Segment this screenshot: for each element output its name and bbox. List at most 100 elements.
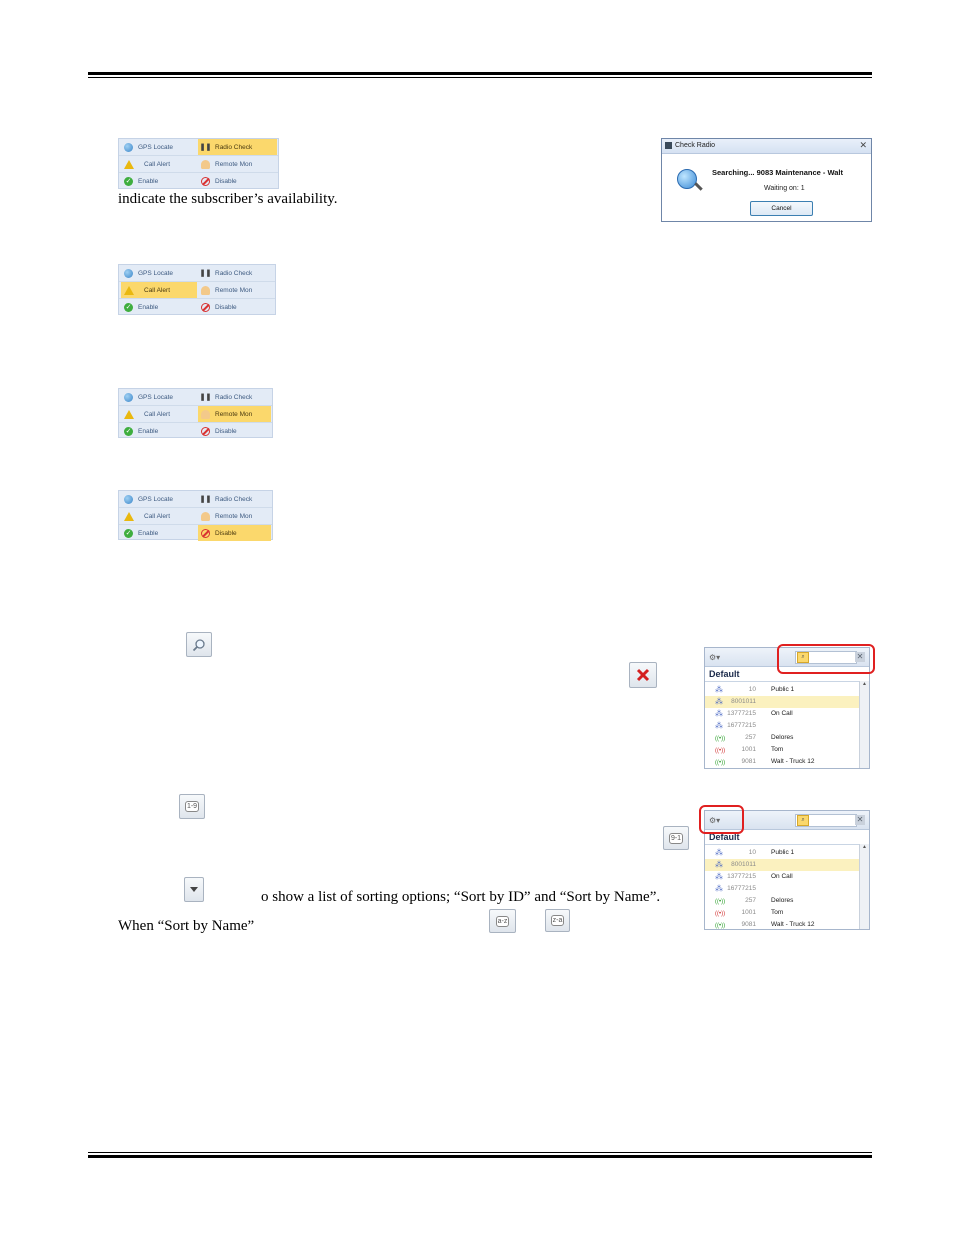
group-title: Default (709, 669, 740, 679)
menu-label: Radio Check (215, 269, 253, 277)
radio-icon: ((•)) (715, 748, 726, 754)
sort-descending-id-icon[interactable]: 9-1 (663, 826, 689, 850)
sort-ascending-id-icon[interactable]: 1-9 (179, 794, 205, 819)
menu-call-alert[interactable]: Call Alert (121, 156, 197, 172)
menu-enable[interactable]: ✓ Enable (121, 299, 197, 315)
list-item[interactable]: ⁂ 13777215 On Call (705, 708, 860, 720)
menu-remote-mon[interactable]: Remote Mon (198, 508, 271, 524)
item-id: 9081 (741, 921, 756, 928)
list-item[interactable]: ⁂ 16777215 (705, 883, 860, 895)
menu-call-alert[interactable]: Call Alert (121, 508, 197, 524)
menu-gps-locate[interactable]: GPS Locate (121, 265, 197, 281)
close-icon[interactable]: ✕ (859, 140, 867, 151)
menu-radio-check[interactable]: ❚❚ Radio Check (198, 139, 277, 155)
menu-radio-check[interactable]: ❚❚ Radio Check (198, 389, 271, 405)
list-item[interactable]: ((•)) 9081 Walt - Truck 12 (705, 919, 860, 929)
menu-disable[interactable]: Disable (198, 299, 274, 315)
magnifier-icon (677, 169, 697, 189)
menu-radio-check[interactable]: ❚❚ Radio Check (198, 265, 274, 281)
action-menu-remote-mon: GPS Locate ❚❚ Radio Check Call Alert Remo… (118, 388, 273, 438)
talkgroup-icon: ⁂ (715, 860, 723, 869)
clear-icon[interactable]: ✕ (855, 815, 865, 825)
search-input[interactable]: ⌕ (795, 814, 857, 827)
menu-disable[interactable]: Disable (198, 173, 277, 189)
menu-label: Call Alert (144, 512, 171, 520)
menu-label: GPS Locate (138, 495, 174, 503)
list-item[interactable]: ((•)) 1001 Tom (705, 744, 860, 756)
list-item[interactable]: ((•)) 257 Delores (705, 895, 860, 907)
prohibited-icon (201, 528, 210, 538)
search-icon[interactable] (186, 632, 212, 657)
menu-label: Call Alert (144, 160, 171, 168)
scroll-up-icon[interactable]: ▲ (860, 844, 869, 853)
action-menu-radio-check: GPS Locate ❚❚ Radio Check Call Alert Remo… (118, 138, 279, 189)
item-id: 1001 (741, 746, 756, 753)
clear-search-icon[interactable] (629, 662, 657, 688)
menu-enable[interactable]: ✓ Enable (121, 423, 197, 439)
item-name: Public 1 (771, 849, 795, 856)
menu-gps-locate[interactable]: GPS Locate (121, 389, 197, 405)
gps-icon (124, 392, 133, 402)
item-name: On Call (771, 873, 793, 880)
list-item[interactable]: ⁂ 16777215 (705, 720, 860, 732)
menu-disable[interactable]: Disable (198, 525, 271, 541)
warning-icon (124, 285, 134, 295)
list-item[interactable]: ⁂ 13777215 On Call (705, 871, 860, 883)
talkgroup-icon: ⁂ (715, 709, 723, 718)
prohibited-icon (201, 176, 210, 186)
radio-icon: ((•)) (715, 911, 726, 917)
menu-radio-check[interactable]: ❚❚ Radio Check (198, 491, 271, 507)
list-item[interactable]: ((•)) 1001 Tom (705, 907, 860, 919)
menu-label: Call Alert (144, 410, 171, 418)
action-menu-disable: GPS Locate ❚❚ Radio Check Call Alert Remo… (118, 490, 273, 541)
radio-icon: ((•)) (715, 760, 726, 766)
sort-ascending-name-icon[interactable]: a-z (489, 909, 516, 933)
menu-enable[interactable]: ✓ Enable (121, 525, 197, 541)
list-item[interactable]: ((•)) 9081 Walt - Truck 12 (705, 756, 860, 768)
menu-remote-mon[interactable]: Remote Mon (198, 406, 271, 422)
dropdown-arrow-icon[interactable] (184, 877, 204, 902)
sort-label: 9-1 (668, 832, 684, 844)
menu-call-alert[interactable]: Call Alert (121, 282, 197, 298)
menu-gps-locate[interactable]: GPS Locate (121, 139, 197, 155)
check-radio-dialog: Check Radio ✕ Searching... 9083 Maintena… (661, 138, 872, 222)
menu-remote-mon[interactable]: Remote Mon (198, 282, 274, 298)
cancel-button[interactable]: Cancel (750, 201, 813, 216)
sort-descending-name-icon[interactable]: z-a (545, 909, 570, 932)
warning-icon (124, 159, 134, 169)
menu-call-alert[interactable]: Call Alert (121, 406, 197, 422)
menu-gps-locate[interactable]: GPS Locate (121, 491, 197, 507)
settings-dropdown-icon[interactable]: ⚙▾ (709, 653, 720, 662)
list-item[interactable]: ((•)) 257 Delores (705, 732, 860, 744)
list-item[interactable]: ⁂ 10 Public 1 (705, 847, 860, 859)
talkgroup-icon: ⁂ (715, 721, 723, 730)
talkgroup-list: ⁂ 10 Public 1 ⁂ 8001011 ⁂ 13777215 On Call ⁂ 1… (705, 681, 860, 768)
availability-text: indicate the subscriber’s availability. (118, 191, 338, 207)
menu-label: Disable (215, 427, 237, 435)
menu-label: Remote Mon (215, 512, 253, 520)
remote-monitor-icon (201, 285, 210, 295)
item-name: Walt - Truck 12 (771, 921, 815, 928)
list-item[interactable]: ⁂ 8001011 (705, 696, 860, 708)
radio-icon: ((•)) (715, 899, 726, 905)
menu-remote-mon[interactable]: Remote Mon (198, 156, 277, 172)
check-circle-icon: ✓ (124, 426, 133, 436)
talkgroup-icon: ⁂ (715, 848, 723, 857)
menu-disable[interactable]: Disable (198, 423, 271, 439)
item-name: Public 1 (771, 686, 795, 693)
remote-monitor-icon (201, 159, 210, 169)
list-item[interactable]: ⁂ 8001011 (705, 859, 860, 871)
scroll-up-icon[interactable]: ▲ (860, 681, 869, 690)
warning-icon (124, 409, 134, 419)
item-id: 9081 (741, 758, 756, 765)
item-id: 1001 (741, 909, 756, 916)
menu-label: Disable (215, 529, 237, 537)
menu-label: Enable (138, 529, 159, 537)
menu-enable[interactable]: ✓ Enable (121, 173, 197, 189)
check-circle-icon: ✓ (124, 302, 133, 312)
item-name: Tom (771, 909, 784, 916)
scrollbar[interactable]: ▲ (859, 844, 869, 929)
item-name: On Call (771, 710, 793, 717)
scrollbar[interactable]: ▲ (859, 681, 869, 768)
list-item[interactable]: ⁂ 10 Public 1 (705, 684, 860, 696)
